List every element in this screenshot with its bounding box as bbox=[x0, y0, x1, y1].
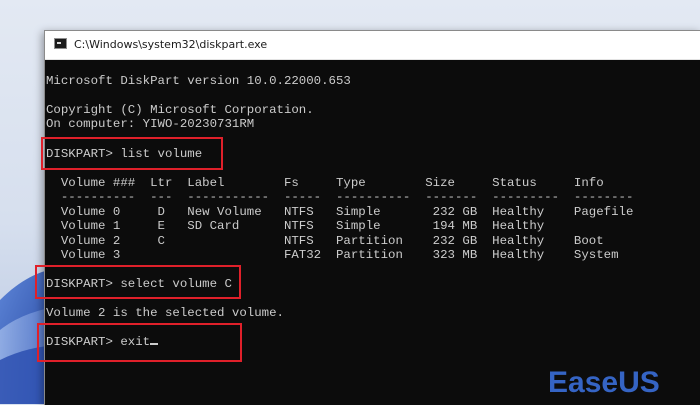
console-icon bbox=[54, 38, 67, 49]
table-row: Volume 0 D New Volume NTFS Simple 232 GB… bbox=[46, 205, 634, 219]
easeus-logo-text: EaseUS bbox=[548, 366, 660, 399]
table-row: Volume 3 FAT32 Partition 323 MB Healthy … bbox=[46, 248, 619, 262]
console-line: Copyright (C) Microsoft Corporation. bbox=[46, 103, 314, 117]
highlight-box-list-volume bbox=[41, 137, 223, 170]
highlight-box-select-volume bbox=[35, 265, 241, 299]
console-line: Microsoft DiskPart version 10.0.22000.65… bbox=[46, 74, 351, 88]
console-line: Volume 2 is the selected volume. bbox=[46, 306, 284, 320]
title-bar[interactable]: C:\Windows\system32\diskpart.exe bbox=[45, 31, 700, 60]
console-line: On computer: YIWO-20230731RM bbox=[46, 117, 255, 131]
table-separator: ---------- --- ----------- ----- -------… bbox=[46, 190, 634, 204]
table-header: Volume ### Ltr Label Fs Type Size Status… bbox=[46, 176, 604, 190]
highlight-box-exit bbox=[37, 323, 242, 362]
table-row: Volume 2 C NTFS Partition 232 GB Healthy… bbox=[46, 234, 604, 248]
window-title: C:\Windows\system32\diskpart.exe bbox=[74, 38, 268, 51]
diskpart-window[interactable]: C:\Windows\system32\diskpart.exe Microso… bbox=[35, 30, 700, 405]
table-row: Volume 1 E SD Card NTFS Simple 194 MB He… bbox=[46, 219, 545, 233]
easeus-logo: EaseUS bbox=[548, 366, 660, 400]
